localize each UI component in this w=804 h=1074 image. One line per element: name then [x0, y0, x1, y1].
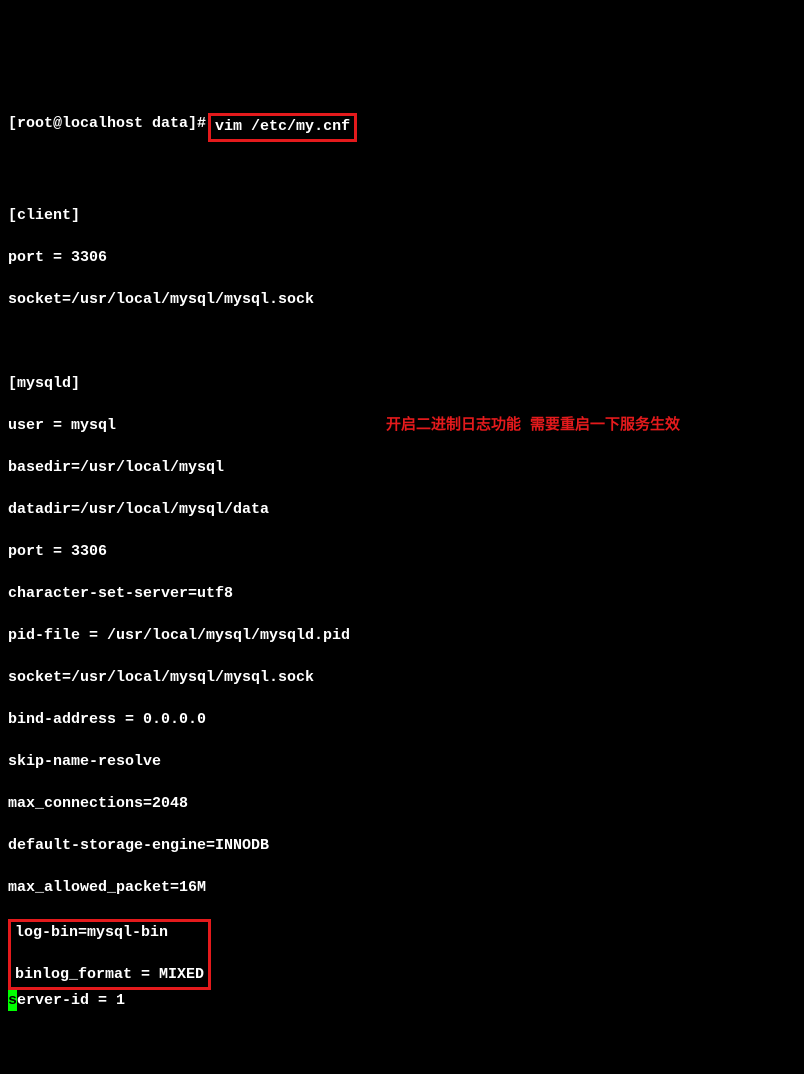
cursor-icon: s: [8, 990, 17, 1011]
config-line: socket=/usr/local/mysql/mysql.sock: [8, 667, 796, 688]
config-line: skip-name-resolve: [8, 751, 796, 772]
config-line-with-annotation: user = mysql 开启二进制日志功能 需要重启一下服务生效: [8, 415, 796, 436]
shell-prompt: [root@localhost data]#: [8, 113, 206, 134]
config-line: basedir=/usr/local/mysql: [8, 457, 796, 478]
command-highlight-box: vim /etc/my.cnf: [208, 113, 357, 142]
config-line: max_connections=2048: [8, 793, 796, 814]
config-line: max_allowed_packet=16M: [8, 877, 796, 898]
blank-line: [8, 331, 796, 352]
config-text-rest: erver-id = 1: [17, 992, 125, 1009]
config-line: datadir=/usr/local/mysql/data: [8, 499, 796, 520]
config-line: default-storage-engine=INNODB: [8, 835, 796, 856]
config-line: character-set-server=utf8: [8, 583, 796, 604]
terminal-output[interactable]: [root@localhost data]# vim /etc/my.cnf [c…: [8, 92, 796, 1074]
cursor-line: server-id = 1: [8, 990, 796, 1011]
command-text: vim /etc/my.cnf: [215, 118, 350, 135]
config-line: socket=/usr/local/mysql/mysql.sock: [8, 289, 796, 310]
prompt-line: [root@localhost data]# vim /etc/my.cnf: [8, 113, 796, 142]
config-line: bind-address = 0.0.0.0: [8, 709, 796, 730]
binlog-highlight-box: log-bin=mysql-bin binlog_format = MIXED: [8, 919, 211, 990]
config-line: [client]: [8, 205, 796, 226]
config-line: binlog_format = MIXED: [15, 964, 204, 985]
config-line: port = 3306: [8, 247, 796, 268]
config-line: log-bin=mysql-bin: [15, 922, 204, 943]
config-line: [mysqld]: [8, 373, 796, 394]
config-text: user = mysql: [8, 415, 116, 436]
blank-line: [8, 1032, 796, 1053]
config-line: pid-file = /usr/local/mysql/mysqld.pid: [8, 625, 796, 646]
config-line: port = 3306: [8, 541, 796, 562]
annotation-text: 开启二进制日志功能 需要重启一下服务生效: [386, 415, 680, 436]
blank-line: [8, 163, 796, 184]
